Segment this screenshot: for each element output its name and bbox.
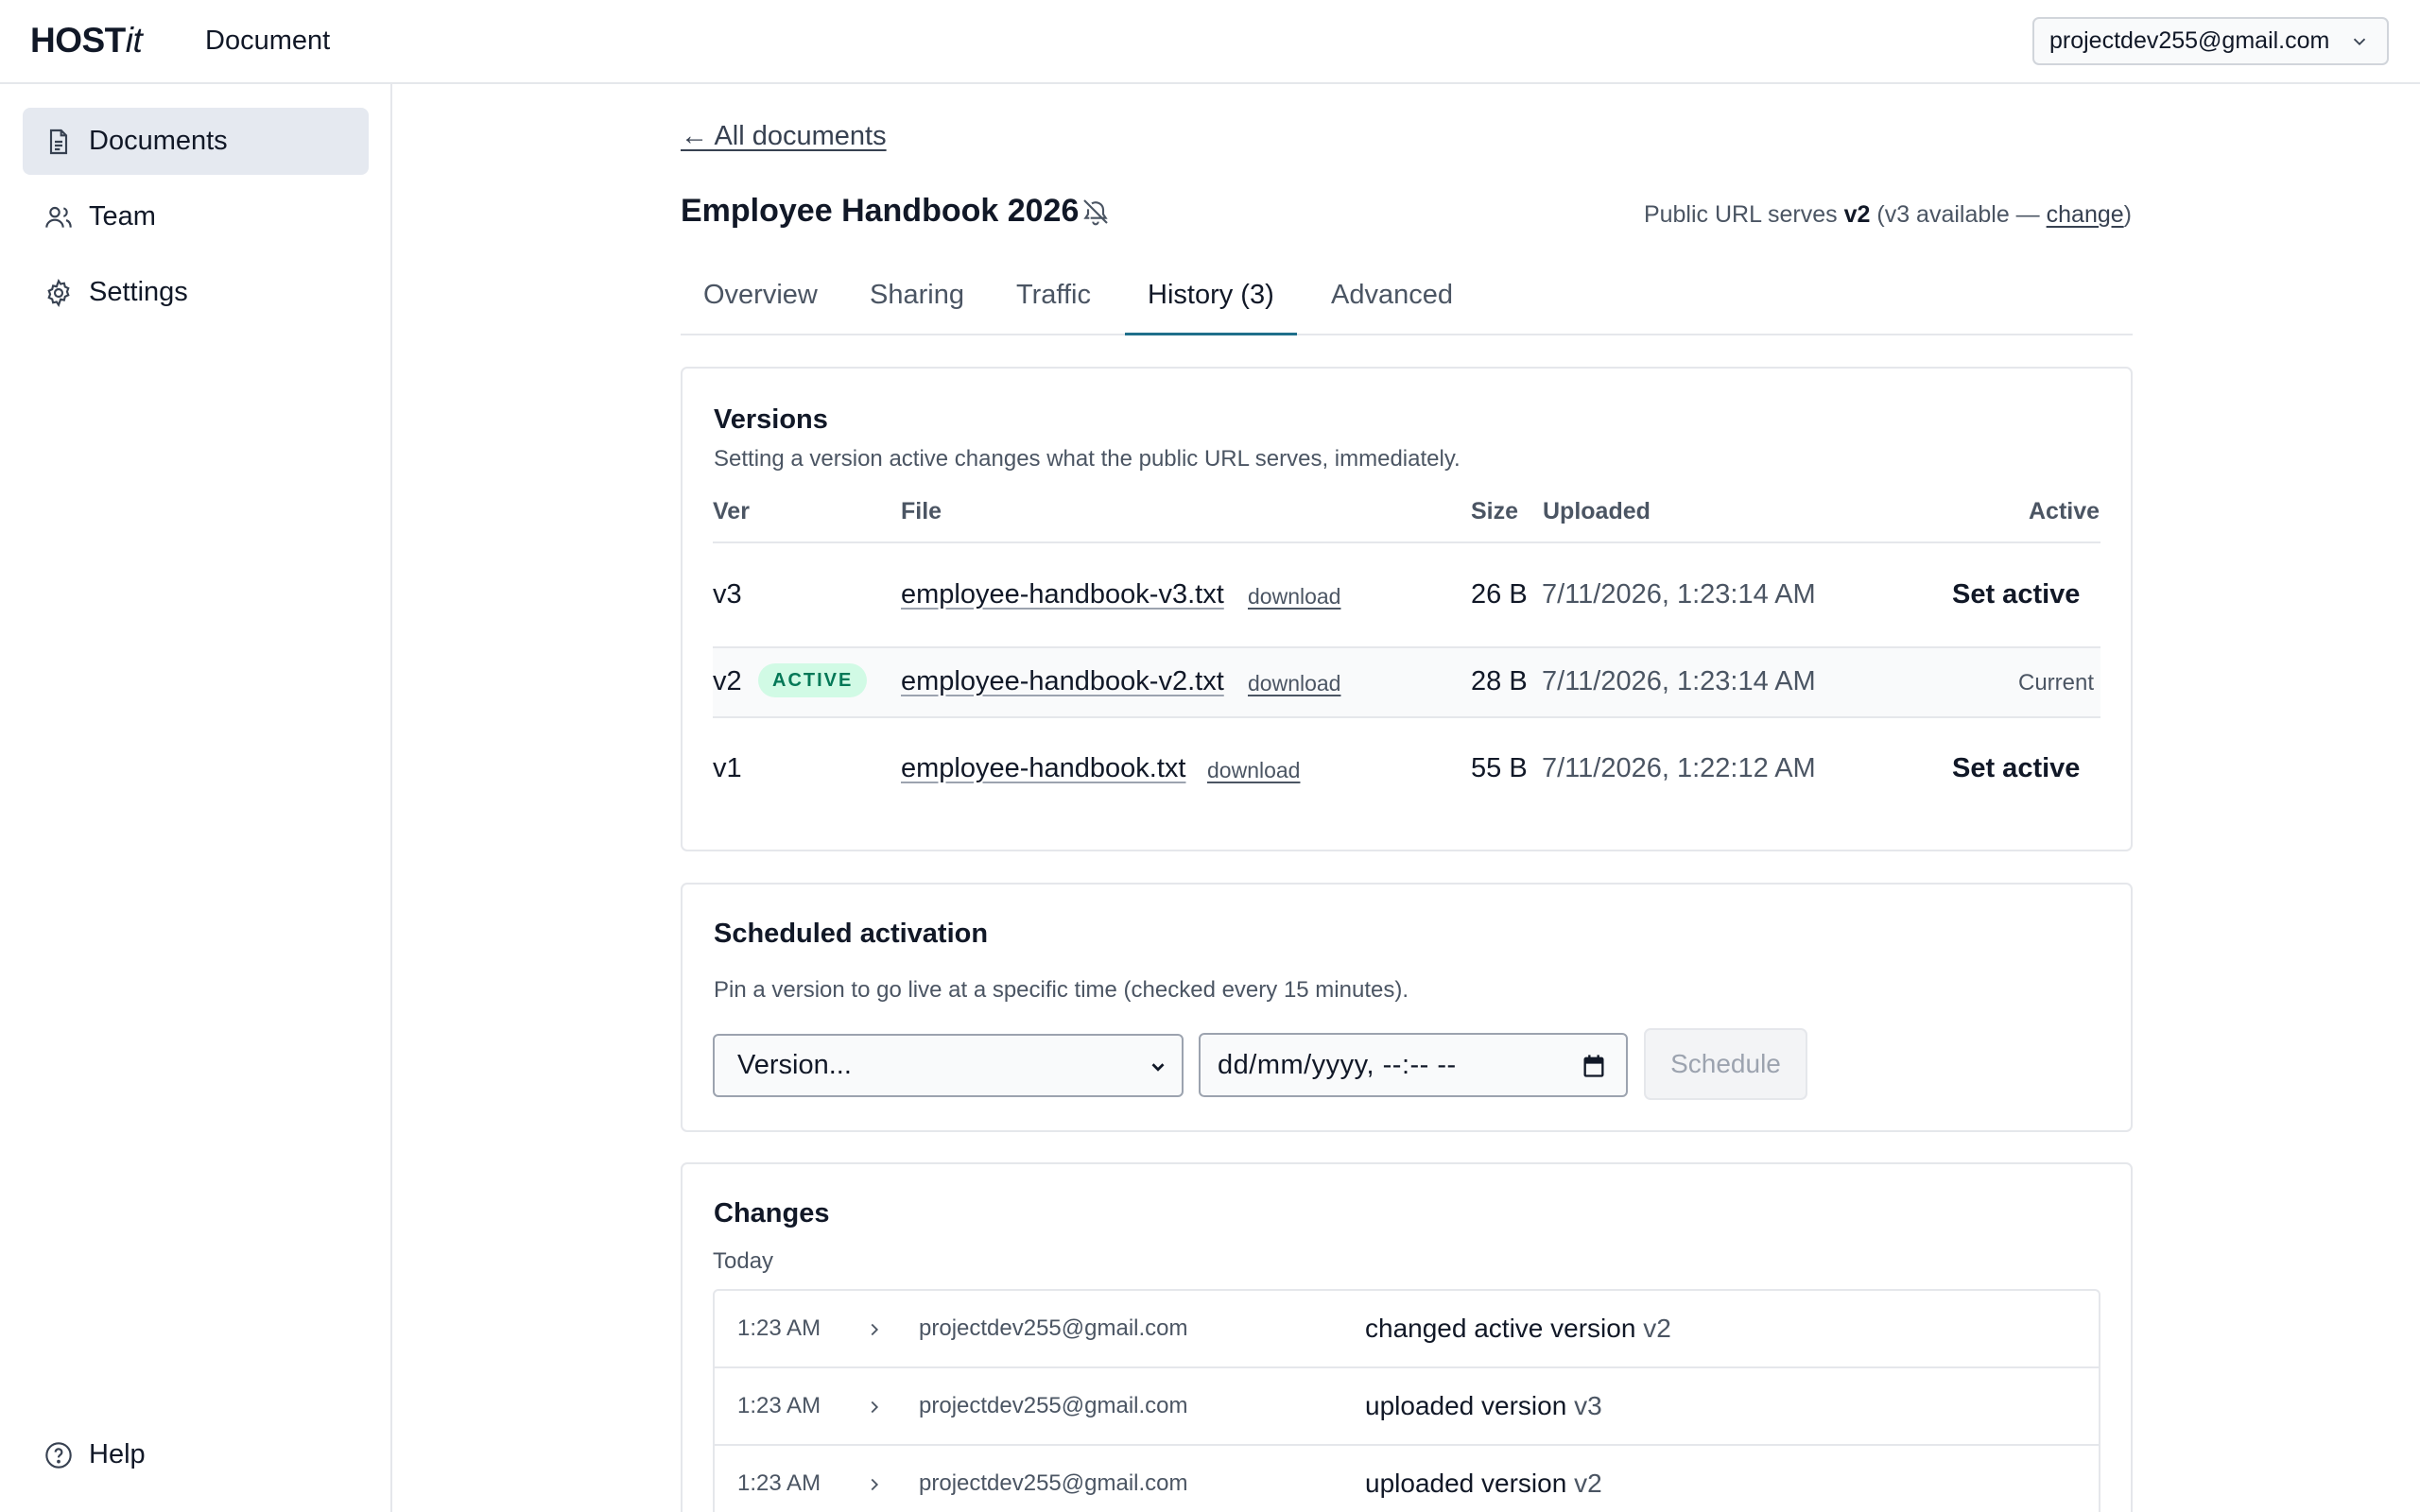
tab-overview[interactable]: Overview — [703, 271, 818, 335]
calendar-icon[interactable] — [1581, 1053, 1607, 1079]
help-label: Help — [89, 1439, 146, 1469]
brand-italic-text: it — [125, 21, 143, 60]
change-version: v2 — [1643, 1314, 1671, 1343]
brand-logo[interactable]: HOSTit — [30, 21, 143, 60]
changes-list: 1:23 AM projectdev255@gmail.com changed … — [713, 1289, 2100, 1512]
change-time: 1:23 AM — [737, 1470, 821, 1496]
changes-group-label: Today — [713, 1248, 774, 1274]
column-header-uploaded: Uploaded — [1543, 498, 1651, 524]
tab-history[interactable]: History (3) — [1125, 271, 1297, 335]
changes-title: Changes — [714, 1198, 830, 1228]
public-url-suffix: ) — [2123, 201, 2132, 228]
sidebar-item-label: Settings — [89, 277, 188, 307]
public-url-prefix: Public URL serves — [1643, 201, 1838, 228]
column-header-size: Size — [1471, 498, 1519, 524]
sidebar-item-label: Documents — [89, 126, 228, 156]
change-version: v2 — [1574, 1469, 1602, 1498]
change-version-link[interactable]: change — [2047, 201, 2124, 228]
file-size: 26 B — [1471, 579, 1528, 610]
bell-off-icon[interactable] — [1080, 197, 1111, 227]
schedule-subtitle: Pin a version to go live at a specific t… — [714, 977, 1409, 1003]
sidebar-item-settings[interactable]: Settings — [23, 259, 369, 326]
tab-advanced[interactable]: Advanced — [1331, 271, 1453, 335]
change-action: changed active version v2 — [1365, 1314, 1671, 1344]
help-link[interactable]: Help — [23, 1421, 369, 1488]
column-header-file: File — [901, 498, 942, 524]
brand-main-text: HOST — [30, 21, 126, 60]
list-item[interactable]: 1:23 AM projectdev255@gmail.com uploaded… — [715, 1446, 2099, 1512]
public-url-version: v2 — [1843, 201, 1871, 228]
uploaded-date: 7/11/2026, 1:23:14 AM — [1542, 666, 1816, 696]
change-time: 1:23 AM — [737, 1315, 821, 1341]
change-action: uploaded version v3 — [1365, 1391, 1602, 1421]
chevron-right-icon[interactable] — [864, 1319, 885, 1340]
column-header-active: Active — [2029, 498, 2100, 524]
chevron-down-icon — [1151, 1063, 1165, 1072]
sidebar-item-documents[interactable]: Documents — [23, 108, 369, 175]
version-label: v2 — [713, 666, 742, 696]
sidebar-item-team[interactable]: Team — [23, 183, 369, 250]
datetime-input[interactable]: dd/mm/yyyy, --:-- -- — [1199, 1033, 1628, 1097]
tab-sharing[interactable]: Sharing — [870, 271, 964, 335]
list-item[interactable]: 1:23 AM projectdev255@gmail.com uploaded… — [715, 1368, 2099, 1446]
public-url-status: Public URL serves v2 (v3 available — cha… — [1644, 201, 2132, 229]
change-user: projectdev255@gmail.com — [919, 1393, 1188, 1418]
change-action: uploaded version v2 — [1365, 1469, 1602, 1499]
download-link[interactable]: download — [1207, 758, 1300, 783]
set-active-button[interactable]: Set active — [1952, 579, 2080, 610]
download-link[interactable]: download — [1248, 584, 1340, 610]
users-icon — [45, 206, 72, 228]
version-select[interactable]: Version... — [713, 1034, 1184, 1097]
document-icon — [49, 129, 68, 155]
change-time: 1:23 AM — [737, 1393, 821, 1418]
change-action-text: uploaded version — [1365, 1469, 1567, 1498]
public-url-available: (v3 available — — [1876, 201, 2040, 228]
tab-traffic[interactable]: Traffic — [1016, 271, 1091, 335]
datetime-placeholder: dd/mm/yyyy, --:-- -- — [1218, 1049, 1457, 1080]
chevron-right-icon[interactable] — [864, 1397, 885, 1418]
change-user: projectdev255@gmail.com — [919, 1470, 1188, 1496]
uploaded-date: 7/11/2026, 1:23:14 AM — [1542, 579, 1816, 610]
sidebar: Documents Team Settings — [0, 84, 392, 1512]
file-name-link[interactable]: employee-handbook-v3.txt — [901, 579, 1224, 610]
download-link[interactable]: download — [1248, 671, 1340, 696]
file-size: 28 B — [1471, 666, 1528, 696]
schedule-title: Scheduled activation — [714, 919, 989, 949]
page-title: Employee Handbook 2026 — [681, 193, 1080, 229]
account-menu[interactable]: projectdev255@gmail.com — [2032, 17, 2389, 65]
uploaded-date: 7/11/2026, 1:22:12 AM — [1542, 753, 1816, 783]
change-user: projectdev255@gmail.com — [919, 1315, 1188, 1341]
file-name-link[interactable]: employee-handbook-v2.txt — [901, 666, 1224, 697]
column-header-ver: Ver — [713, 498, 750, 524]
account-email: projectdev255@gmail.com — [2049, 27, 2330, 54]
gear-icon — [47, 278, 70, 308]
schedule-button[interactable]: Schedule — [1644, 1028, 1807, 1100]
set-active-button[interactable]: Set active — [1952, 753, 2080, 784]
change-version: v3 — [1574, 1391, 1602, 1420]
change-action-text: uploaded version — [1365, 1391, 1567, 1420]
version-label: v1 — [713, 753, 742, 783]
page-label: Document — [205, 26, 331, 56]
back-to-all-documents-link[interactable]: ← All documents — [681, 121, 887, 152]
list-item[interactable]: 1:23 AM projectdev255@gmail.com changed … — [715, 1291, 2099, 1368]
chevron-right-icon[interactable] — [864, 1474, 885, 1495]
tab-bar: Overview Sharing Traffic History (3) Adv… — [681, 271, 2133, 335]
file-name-link[interactable]: employee-handbook.txt — [901, 753, 1185, 784]
version-select-value: Version... — [737, 1050, 852, 1080]
sidebar-item-label: Team — [89, 201, 156, 232]
versions-title: Versions — [714, 404, 828, 435]
change-action-text: changed active version — [1365, 1314, 1636, 1343]
active-badge: ACTIVE — [758, 663, 868, 697]
help-icon — [45, 1442, 72, 1469]
versions-subtitle: Setting a version active changes what th… — [714, 446, 1461, 472]
file-size: 55 B — [1471, 753, 1528, 783]
version-label: v3 — [713, 579, 742, 610]
chevron-down-icon — [2353, 38, 2366, 46]
top-bar: HOSTit Document projectdev255@gmail.com — [0, 0, 2420, 84]
current-status-label: Current — [2018, 670, 2095, 696]
